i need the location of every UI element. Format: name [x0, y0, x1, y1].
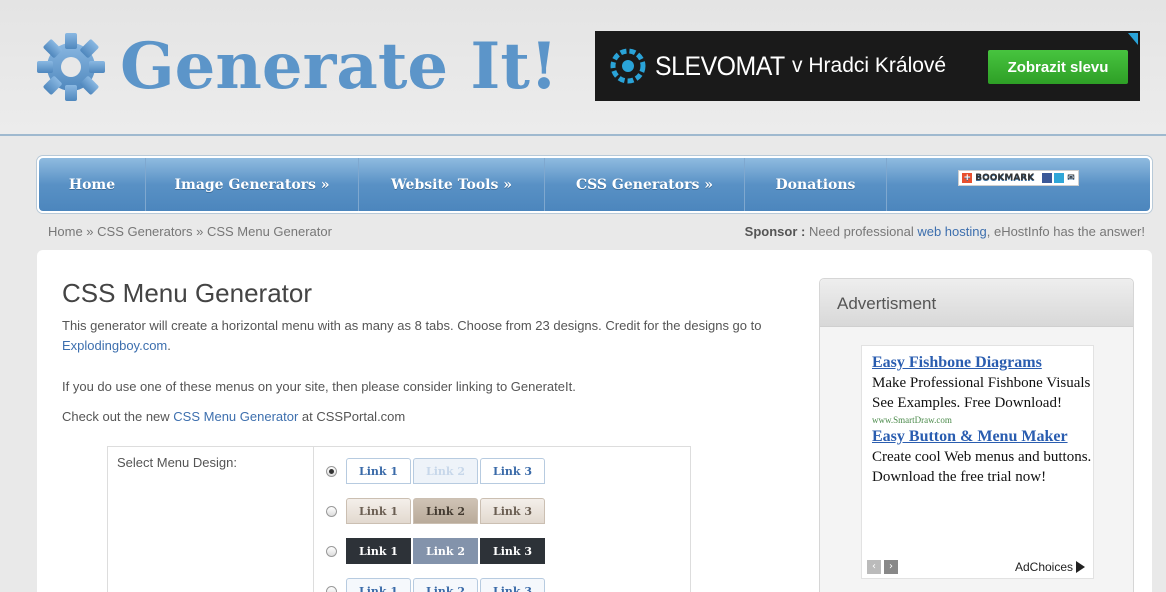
- plus-icon: +: [962, 172, 973, 183]
- facebook-icon: [1042, 172, 1053, 183]
- nav-css-generators[interactable]: CSS Generators »: [545, 158, 745, 211]
- page-title: CSS Menu Generator: [62, 278, 313, 308]
- design-option-2[interactable]: Link 1 Link 2 Link 3: [326, 498, 547, 524]
- design-option-1[interactable]: Link 1 Link 2 Link 3: [326, 458, 547, 484]
- nav-home[interactable]: Home: [39, 158, 146, 211]
- nav-website-tools[interactable]: Website Tools »: [359, 158, 545, 211]
- gear-icon: [37, 33, 105, 101]
- site-header: Generate It! SLEVOMAT v Hradci Králové Z…: [0, 0, 1166, 136]
- ad-pager: ‹ ›: [867, 560, 901, 574]
- main-nav: Home Image Generators » Website Tools » …: [37, 156, 1152, 213]
- previous-icon[interactable]: ‹: [867, 560, 881, 574]
- design-tab: Link 1: [346, 538, 411, 564]
- next-icon[interactable]: ›: [884, 560, 898, 574]
- design-tab: Link 1: [346, 578, 411, 592]
- select-menu-design-label: Select Menu Design:: [117, 455, 237, 470]
- ad-body-text: Create cool Web menus and buttons. Downl…: [872, 449, 1092, 485]
- web-hosting-link[interactable]: web hosting: [917, 224, 986, 239]
- design-tab: Link 3: [480, 498, 545, 524]
- ad-body-text: Make Professional Fishbone Visuals See E…: [872, 375, 1091, 411]
- design-tab: Link 1: [346, 498, 411, 524]
- slevomat-logo-icon: [610, 48, 646, 84]
- adchoices-label: AdChoices: [1014, 560, 1073, 574]
- sponsor-line: Sponsor : Need professional web hosting,…: [745, 224, 1145, 239]
- design-tab: Link 3: [480, 538, 545, 564]
- note2-suffix: at CSSPortal.com: [298, 409, 406, 424]
- design-radio-3[interactable]: [326, 545, 337, 557]
- sponsor-text: Need professional: [805, 224, 918, 239]
- ad-location: v Hradci Králové: [792, 54, 947, 77]
- bookmark-button[interactable]: + BOOKMARK ✉: [958, 169, 1079, 186]
- design-tab: Link 2: [413, 498, 478, 524]
- design-option-3[interactable]: Link 1 Link 2 Link 3: [326, 538, 547, 564]
- design-radio-2[interactable]: [326, 505, 337, 517]
- adchoices-icon[interactable]: [1128, 33, 1138, 45]
- sponsor-prefix: Sponsor :: [744, 224, 806, 239]
- intro-body: This generator will create a horizontal …: [62, 318, 762, 333]
- ad-unit: Easy Fishbone Diagrams Make Professional…: [861, 345, 1094, 579]
- nav-bookmark-cell: + BOOKMARK ✉: [887, 158, 1150, 211]
- intro-end: .: [167, 338, 171, 353]
- ad-title-link[interactable]: Easy Button & Menu Maker: [862, 427, 1093, 447]
- design-tab: Link 2: [413, 458, 478, 484]
- twitter-icon: [1054, 172, 1065, 183]
- explodingboy-link[interactable]: Explodingboy.com: [62, 338, 167, 353]
- note2-prefix: Check out the new: [62, 409, 174, 424]
- ad-cta-button[interactable]: Zobrazit slevu: [988, 50, 1128, 84]
- design-tab: Link 2: [413, 578, 478, 592]
- linking-note: If you do use one of these menus on your…: [62, 379, 576, 394]
- nav-donations[interactable]: Donations: [745, 158, 887, 211]
- design-tab: Link 3: [480, 578, 545, 592]
- site-logo[interactable]: Generate It!: [34, 30, 558, 104]
- breadcrumb: Home » CSS Generators » CSS Menu Generat…: [48, 224, 332, 239]
- nav-image-generators[interactable]: Image Generators »: [146, 158, 359, 211]
- design-tab: Link 3: [480, 458, 545, 484]
- design-tab: Link 1: [346, 458, 411, 484]
- adchoices-icon: [1076, 561, 1085, 573]
- bookmark-label: BOOKMARK: [975, 172, 1035, 183]
- ad-banner[interactable]: SLEVOMAT v Hradci Králové Zobrazit slevu: [595, 31, 1140, 101]
- ad-title-link[interactable]: Easy Fishbone Diagrams: [862, 353, 1093, 373]
- design-radio-1[interactable]: [326, 465, 337, 477]
- logo-text: Generate It!: [120, 29, 558, 104]
- cssportal-note: Check out the new CSS Menu Generator at …: [62, 409, 405, 424]
- column-divider: [313, 447, 314, 592]
- adchoices-link[interactable]: AdChoices: [1015, 560, 1085, 574]
- design-tab: Link 2: [413, 538, 478, 564]
- menu-design-table: Select Menu Design: Link 1 Link 2 Link 3…: [107, 446, 691, 592]
- advertisement-heading: Advertisment: [820, 279, 1133, 327]
- design-radio-4[interactable]: [326, 585, 337, 592]
- design-option-4[interactable]: Link 1 Link 2 Link 3: [326, 578, 547, 592]
- ad-url-link[interactable]: www.SmartDraw.com: [862, 413, 1093, 427]
- advertisement-box: Advertisment Easy Fishbone Diagrams Make…: [819, 278, 1134, 592]
- email-icon: ✉: [1067, 172, 1075, 183]
- css-menu-generator-link[interactable]: CSS Menu Generator: [173, 409, 298, 424]
- sponsor-text-after: , eHostInfo has the answer!: [986, 224, 1145, 239]
- intro-text: This generator will create a horizontal …: [62, 316, 762, 356]
- ad-brand: SLEVOMAT: [655, 50, 785, 81]
